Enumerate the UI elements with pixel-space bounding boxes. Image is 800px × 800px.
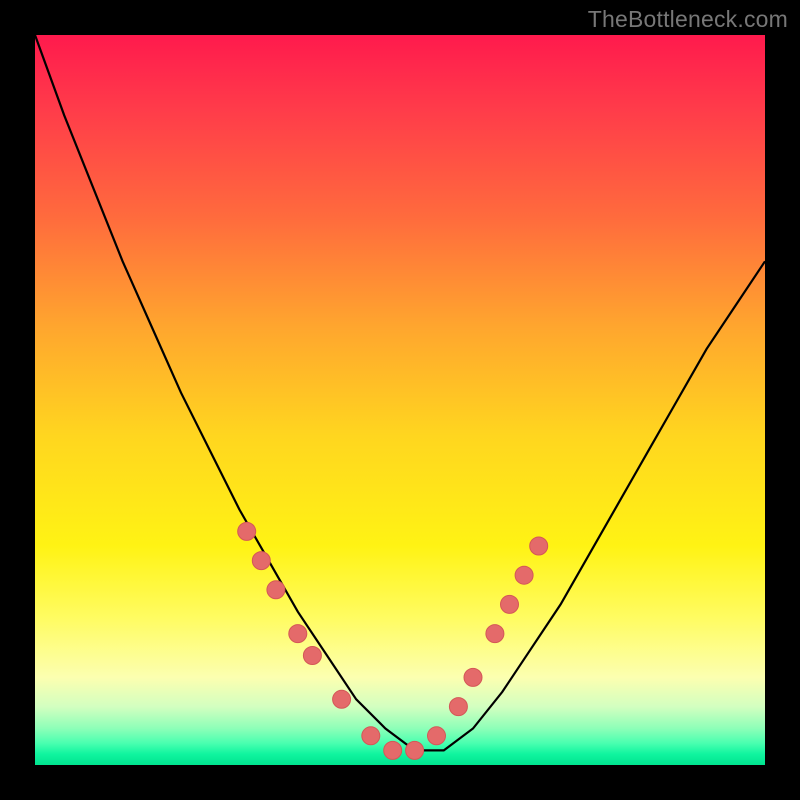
marker-point: [449, 698, 467, 716]
marker-point: [530, 537, 548, 555]
marker-point: [406, 741, 424, 759]
marker-point: [238, 522, 256, 540]
marker-point: [515, 566, 533, 584]
sample-markers: [238, 522, 548, 759]
marker-point: [333, 690, 351, 708]
watermark-text: TheBottleneck.com: [588, 6, 788, 33]
curve-layer: [35, 35, 765, 765]
marker-point: [486, 625, 504, 643]
marker-point: [384, 741, 402, 759]
plot-area: [35, 35, 765, 765]
marker-point: [303, 647, 321, 665]
chart-frame: TheBottleneck.com: [0, 0, 800, 800]
marker-point: [267, 581, 285, 599]
marker-point: [362, 727, 380, 745]
marker-point: [252, 552, 270, 570]
marker-point: [289, 625, 307, 643]
marker-point: [428, 727, 446, 745]
marker-point: [464, 668, 482, 686]
marker-point: [501, 595, 519, 613]
bottleneck-curve: [35, 35, 765, 750]
